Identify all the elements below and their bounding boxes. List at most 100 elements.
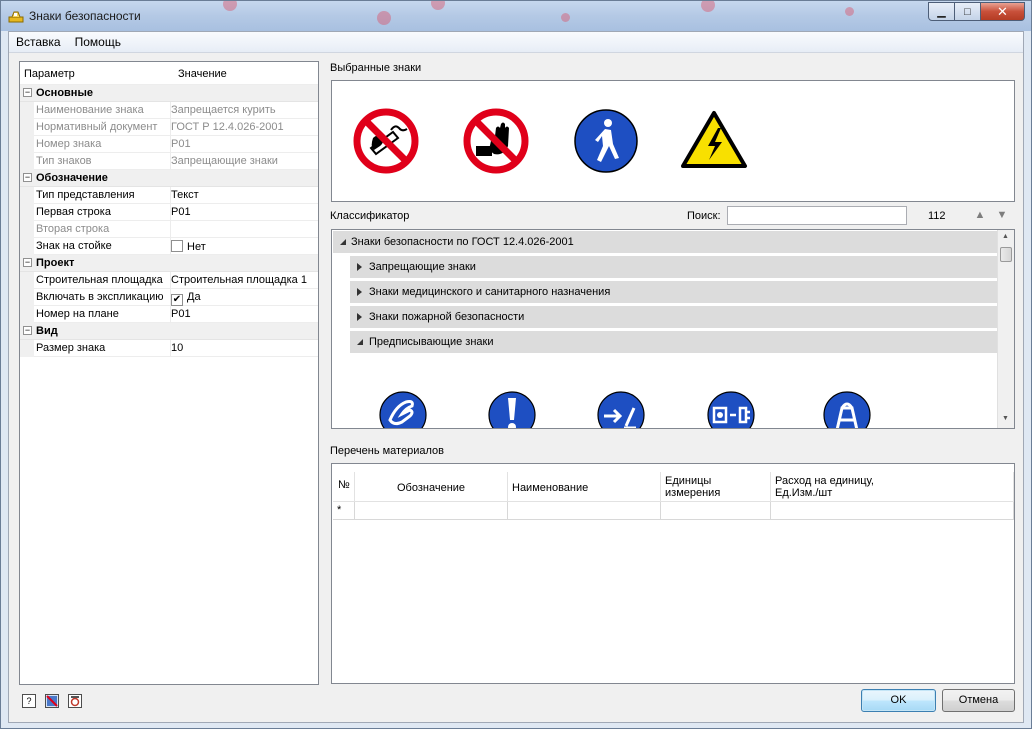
prop-value-checkbox: ✔ Да (171, 291, 317, 306)
tree-group-mandatory[interactable]: Предписывающие знаки (350, 331, 998, 353)
prop-label: Номер знака (36, 138, 102, 150)
classifier-tree[interactable]: Знаки безопасности по ГОСТ 12.4.026-2001… (331, 229, 1015, 429)
table-cell[interactable] (661, 502, 771, 520)
prop-value: P01 (171, 138, 191, 150)
no-touch-sign-icon[interactable] (463, 108, 529, 174)
harness-sign-icon[interactable] (822, 390, 872, 429)
prop-label: Тип представления (36, 189, 135, 201)
category-main[interactable]: − Основные (20, 85, 318, 102)
column-header-number[interactable]: № (333, 472, 355, 502)
prop-sign-name[interactable]: Наименование знака Запрещается курить (20, 102, 318, 119)
prop-label: Номер на плане (36, 308, 119, 320)
results-count: 112 (928, 210, 946, 222)
background-decoration (845, 7, 854, 16)
column-header-rate[interactable]: Расход на единицу, Ед.Изм./шт (771, 472, 1014, 502)
scroll-thumb[interactable] (1000, 247, 1012, 262)
protective-gloves-sign-icon[interactable] (378, 390, 428, 429)
collapse-icon[interactable]: − (23, 88, 32, 97)
prop-value: Строительная площадка 1 (171, 274, 307, 286)
pedestrian-sign-icon[interactable] (573, 108, 639, 174)
menu-insert[interactable]: Вставка (9, 32, 68, 52)
table-cell[interactable] (771, 502, 1014, 520)
column-header-name[interactable]: Наименование (508, 472, 661, 502)
category-project[interactable]: − Проект (20, 255, 318, 272)
minimize-button[interactable]: ▁ (928, 2, 955, 21)
high-voltage-sign-icon[interactable] (680, 110, 748, 170)
category-designation[interactable]: − Обозначение (20, 170, 318, 187)
tree-group-fire-safety[interactable]: Знаки пожарной безопасности (350, 306, 998, 328)
column-header-units[interactable]: Единицы измерения (661, 472, 771, 502)
check-icon: ✔ (172, 294, 182, 305)
prop-representation-type[interactable]: Тип представления Текст (20, 187, 318, 204)
column-header-designation[interactable]: Обозначение (355, 472, 508, 502)
help-icon[interactable]: ? (22, 694, 36, 708)
column-header-value: Значение (178, 68, 227, 80)
cancel-button[interactable]: Отмена (942, 689, 1015, 712)
prop-construction-site[interactable]: Строительная площадка Строительная площа… (20, 272, 318, 289)
prop-label: Первая строка (36, 206, 111, 218)
new-row-indicator: * (333, 502, 355, 520)
collapse-icon[interactable]: − (23, 258, 32, 267)
close-button[interactable]: ✕ (981, 2, 1025, 21)
prop-value: Запрещающие знаки (171, 155, 278, 167)
row-gutter (20, 153, 34, 170)
materials-table[interactable]: № Обозначение Наименование Единицы измер… (331, 463, 1015, 684)
search-input[interactable] (727, 206, 907, 225)
maximize-button[interactable]: □ (955, 2, 981, 21)
switch-off-sign-icon[interactable] (596, 390, 646, 429)
scroll-up-icon[interactable]: ▲ (1002, 233, 1009, 240)
column-header-text: Расход на единицу, (775, 475, 874, 487)
move-up-button[interactable]: ▲ (973, 208, 987, 222)
tree-group-medical[interactable]: Знаки медицинского и санитарного назначе… (350, 281, 998, 303)
row-gutter (20, 187, 34, 204)
ok-button[interactable]: OK (861, 689, 936, 712)
unplug-sign-icon[interactable] (706, 390, 756, 429)
maximize-icon: □ (964, 5, 971, 18)
prop-second-line[interactable]: Вторая строка (20, 221, 318, 238)
image-icon (46, 695, 58, 707)
selected-signs-label: Выбранные знаки (330, 62, 422, 74)
property-grid-header: Параметр Значение (20, 62, 318, 85)
row-gutter (20, 119, 34, 136)
prop-normative-document[interactable]: Нормативный документ ГОСТ Р 12.4.026-200… (20, 119, 318, 136)
prop-first-line[interactable]: Первая строка P01 (20, 204, 318, 221)
property-grid[interactable]: Параметр Значение − Основные Наименовани… (19, 61, 319, 685)
prop-value-checkbox: Нет (171, 240, 317, 253)
no-smoking-sign-icon[interactable] (353, 108, 419, 174)
classifier-scrollbar[interactable]: ▲ ▼ (997, 230, 1014, 428)
prop-sign-on-post[interactable]: Знак на стойке Нет (20, 238, 318, 255)
column-header-parameter: Параметр (24, 68, 75, 80)
selected-signs-panel[interactable] (331, 80, 1015, 202)
collapse-icon[interactable]: − (23, 173, 32, 182)
dialog-client-area: Вставка Помощь Параметр Значение − Основ… (8, 31, 1024, 723)
prop-sign-type[interactable]: Тип знаков Запрещающие знаки (20, 153, 318, 170)
row-gutter (20, 289, 34, 306)
classifier-label: Классификатор (330, 210, 410, 222)
category-view[interactable]: − Вид (20, 323, 318, 340)
tree-group-prohibition[interactable]: Запрещающие знаки (350, 256, 998, 278)
table-cell[interactable] (355, 502, 508, 520)
new-row-marker: * (337, 504, 342, 516)
tree-root[interactable]: Знаки безопасности по ГОСТ 12.4.026-2001 (333, 231, 998, 253)
column-header-text: измерения (665, 487, 721, 499)
title-bar[interactable]: Знаки безопасности ▁ □ ✕ (1, 1, 1031, 31)
prop-sign-number[interactable]: Номер знака P01 (20, 136, 318, 153)
prop-sign-size[interactable]: Размер знака 10 (20, 340, 318, 357)
scroll-down-icon[interactable]: ▼ (1002, 415, 1009, 422)
prop-label: Знак на стойке (36, 240, 112, 252)
sign-on-post-checkbox[interactable] (171, 240, 183, 252)
table-cell[interactable] (508, 502, 661, 520)
prop-value: 10 (171, 342, 184, 354)
menu-help[interactable]: Помощь (68, 32, 128, 52)
prop-label: Тип знаков (36, 155, 92, 167)
minimize-icon: ▁ (937, 6, 946, 18)
sign-library-icon[interactable] (45, 694, 59, 708)
row-gutter (20, 238, 34, 255)
settings-icon[interactable] (68, 694, 82, 708)
move-down-button[interactable]: ▼ (995, 208, 1009, 222)
include-in-explication-checkbox[interactable]: ✔ (171, 294, 183, 306)
attention-sign-icon[interactable] (487, 390, 537, 429)
prop-include-in-explication[interactable]: Включать в экспликацию ✔ Да (20, 289, 318, 306)
prop-plan-number[interactable]: Номер на плане P01 (20, 306, 318, 323)
collapse-icon[interactable]: − (23, 326, 32, 335)
